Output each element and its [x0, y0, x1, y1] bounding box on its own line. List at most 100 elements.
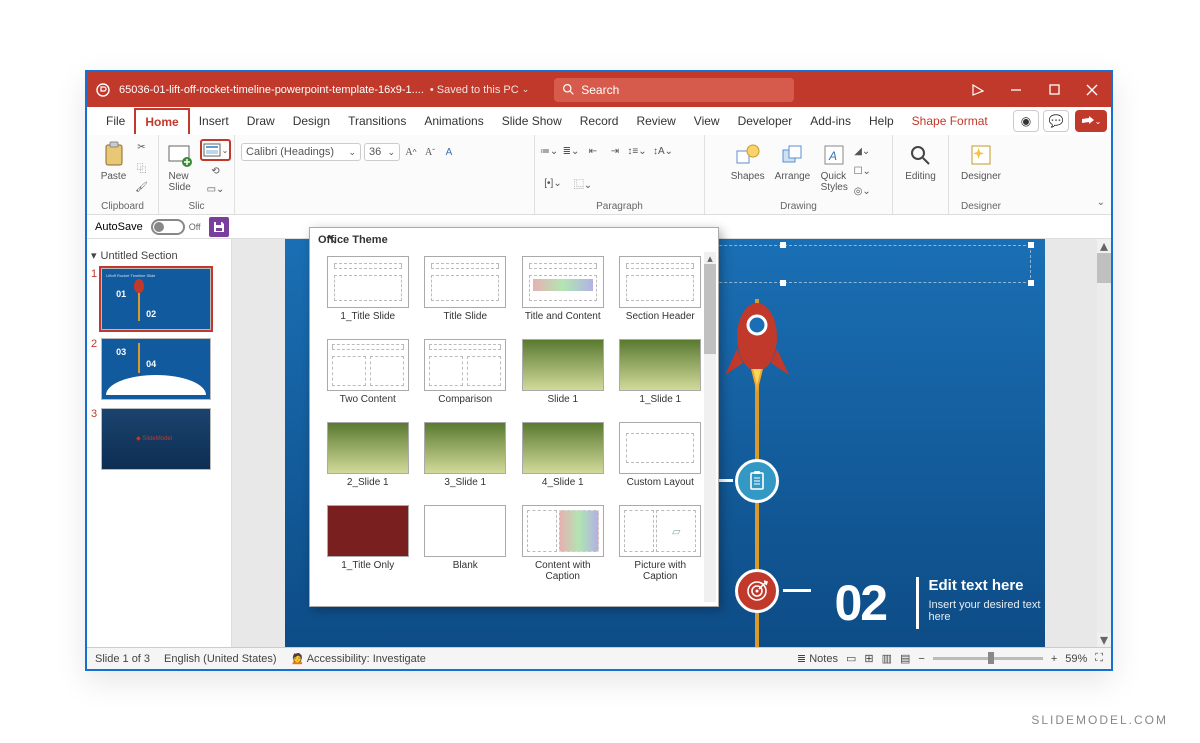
tab-help[interactable]: Help	[860, 109, 903, 133]
tab-file[interactable]: File	[97, 109, 134, 133]
layout-option[interactable]: Blank	[418, 501, 514, 593]
thumbnail-1[interactable]: 1 Liftoff Rocket Timeline Slide 01 02	[91, 268, 227, 330]
tab-slideshow[interactable]: Slide Show	[493, 109, 571, 133]
shape-fill-icon[interactable]: ◢⌄	[854, 143, 870, 159]
layout-option[interactable]: Title Slide	[418, 252, 514, 333]
zoom-level[interactable]: 59%	[1065, 653, 1087, 665]
tab-animations[interactable]: Animations	[415, 109, 492, 133]
zoom-slider[interactable]	[933, 657, 1043, 660]
popup-scrollbar[interactable]: ▴	[704, 252, 716, 602]
shape-effects-icon[interactable]: ◎⌄	[854, 183, 870, 199]
layout-button[interactable]: ⌄	[200, 139, 232, 161]
tab-review[interactable]: Review	[627, 109, 684, 133]
scroll-up-icon[interactable]: ▴	[1097, 239, 1111, 253]
save-button[interactable]	[209, 217, 229, 237]
tab-draw[interactable]: Draw	[238, 109, 284, 133]
comments-button[interactable]: 💬	[1043, 110, 1069, 132]
indent-right-icon[interactable]: ⇥	[607, 143, 623, 159]
shape-outline-icon[interactable]: ☐⌄	[854, 163, 870, 179]
copy-icon[interactable]: ⿻	[134, 159, 150, 175]
indent-left-icon[interactable]: ⇤	[585, 143, 601, 159]
editing-button[interactable]: Editing	[901, 139, 940, 184]
grow-font-icon[interactable]: A^	[403, 144, 419, 160]
reset-icon[interactable]: ⟲	[208, 163, 224, 179]
layout-option[interactable]: Content with Caption	[515, 501, 611, 593]
search-box[interactable]: Search	[554, 78, 794, 102]
minimize-button[interactable]	[997, 72, 1035, 107]
line-spacing-icon[interactable]: ↕≡⌄	[629, 143, 645, 159]
clear-format-icon[interactable]: A	[441, 144, 457, 160]
align-text-icon[interactable]: [•]⌄	[541, 175, 565, 191]
slide-counter[interactable]: Slide 1 of 3	[95, 653, 150, 665]
layout-thumb: ▱	[619, 505, 701, 557]
fit-to-window-icon[interactable]: ⛶	[1095, 652, 1103, 665]
layout-thumb	[424, 256, 506, 308]
view-normal-icon[interactable]: ▭	[846, 652, 856, 665]
layout-option[interactable]: Comparison	[418, 335, 514, 416]
layout-option[interactable]: Section Header	[613, 252, 709, 333]
autosave-toggle[interactable]	[151, 219, 185, 235]
cut-icon[interactable]: ✂	[134, 139, 150, 155]
scroll-down-icon[interactable]: ▾	[1097, 633, 1111, 647]
view-reading-icon[interactable]: ▥	[882, 652, 892, 665]
layout-option[interactable]: 4_Slide 1	[515, 418, 611, 499]
view-slideshow-icon[interactable]: ▤	[900, 652, 910, 665]
layout-option[interactable]: Title and Content	[515, 252, 611, 333]
layout-option[interactable]: 1_Title Slide	[320, 252, 416, 333]
layout-label: Slide 1	[547, 394, 578, 405]
notes-button[interactable]: ≣ Notes	[797, 652, 838, 665]
save-status[interactable]: • Saved to this PC ⌄	[430, 84, 529, 96]
close-button[interactable]	[1073, 72, 1111, 107]
language-status[interactable]: English (United States)	[164, 653, 277, 665]
share-button[interactable]: ⌄	[1075, 110, 1107, 132]
tab-home[interactable]: Home	[134, 108, 189, 134]
coming-soon-icon[interactable]	[959, 72, 997, 107]
layout-option[interactable]: Two Content	[320, 335, 416, 416]
layout-option[interactable]: 1_Slide 1	[613, 335, 709, 416]
format-painter-icon[interactable]: 🖌	[134, 179, 150, 195]
tab-record[interactable]: Record	[571, 109, 628, 133]
layout-option[interactable]: ▱Picture with Caption	[613, 501, 709, 593]
numbering-icon[interactable]: ≣⌄	[563, 143, 579, 159]
vertical-scrollbar[interactable]: ▴ ▾	[1097, 239, 1111, 647]
view-sorter-icon[interactable]: ⊞	[864, 652, 873, 665]
section-icon[interactable]: ▭⌄	[208, 181, 224, 197]
thumbnail-3[interactable]: 3 ◆ SlideModel	[91, 408, 227, 470]
tab-design[interactable]: Design	[284, 109, 339, 133]
thumbnail-2[interactable]: 2 03 04	[91, 338, 227, 400]
section-header[interactable]: ▾ Untitled Section	[91, 249, 227, 262]
shrink-font-icon[interactable]: Aˇ	[422, 144, 438, 160]
ribbon-tabs: File Home Insert Draw Design Transitions…	[87, 107, 1111, 135]
layout-option[interactable]: 3_Slide 1	[418, 418, 514, 499]
clipboard-icon	[100, 141, 128, 169]
camera-mode-button[interactable]: ◉	[1013, 110, 1039, 132]
layout-option[interactable]: 1_Title Only	[320, 501, 416, 593]
maximize-button[interactable]	[1035, 72, 1073, 107]
collapse-ribbon-icon[interactable]: ⌄	[1097, 197, 1105, 208]
font-name-combo[interactable]: Calibri (Headings)⌄	[241, 143, 361, 161]
bullets-icon[interactable]: ≔⌄	[541, 143, 557, 159]
paste-button[interactable]: Paste	[96, 139, 132, 184]
zoom-in-button[interactable]: +	[1051, 653, 1057, 665]
text-direction-icon[interactable]: ↕A⌄	[651, 143, 675, 159]
accessibility-status[interactable]: 🙍 Accessibility: Investigate	[291, 652, 426, 665]
tab-shape-format[interactable]: Shape Format	[903, 109, 997, 133]
layout-option[interactable]: Slide 1	[515, 335, 611, 416]
designer-button[interactable]: Designer	[957, 139, 1005, 184]
tab-view[interactable]: View	[685, 109, 729, 133]
paragraph-group-label: Paragraph	[596, 201, 643, 214]
smartart-icon[interactable]: ⿺⌄	[571, 175, 595, 191]
font-size-combo[interactable]: 36⌄	[364, 143, 400, 161]
tab-insert[interactable]: Insert	[190, 109, 238, 133]
arrange-button[interactable]: Arrange	[771, 139, 815, 184]
zoom-out-button[interactable]: −	[918, 653, 924, 665]
tab-addins[interactable]: Add-ins	[801, 109, 860, 133]
layout-option[interactable]: Custom Layout	[613, 418, 709, 499]
layout-thumb	[327, 422, 409, 474]
layout-option[interactable]: 2_Slide 1	[320, 418, 416, 499]
quick-styles-button[interactable]: AQuick Styles	[816, 139, 852, 195]
new-slide-button[interactable]: New Slide	[162, 139, 198, 195]
shapes-button[interactable]: Shapes	[727, 139, 769, 184]
tab-developer[interactable]: Developer	[729, 109, 802, 133]
tab-transitions[interactable]: Transitions	[339, 109, 415, 133]
